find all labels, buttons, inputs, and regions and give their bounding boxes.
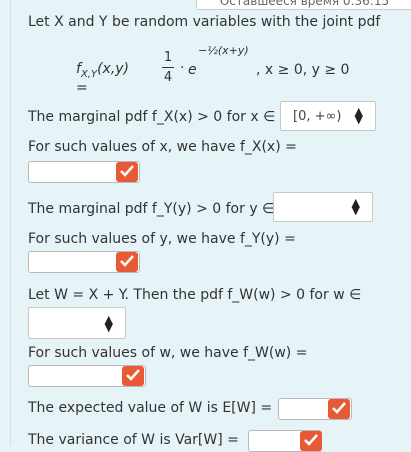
formula-condition: , x ≥ 0, y ≥ 0 (256, 62, 350, 78)
timer-tab: Оставшееся время 0:36:15 (196, 0, 411, 10)
q1-select-value: [0, +∞) (293, 109, 342, 124)
q2-select[interactable]: ▲ ▼ (273, 192, 373, 222)
check-icon[interactable] (122, 366, 144, 386)
formula-exponent: −½(x+y) (198, 44, 249, 57)
formula-lhs: fX,Y(x,y) = (76, 61, 130, 96)
q3-text: Let W = X + Y. Then the pdf f_W(w) > 0 f… (28, 287, 362, 303)
q1-text: The marginal pdf f_X(x) > 0 for x ∈ (28, 109, 276, 125)
q3-subtext: For such values of w, we have f_W(w) = (28, 345, 308, 361)
intro-text: Let X and Y be random variables with the… (28, 14, 381, 30)
formula-fraction: 14 (162, 50, 174, 85)
select-arrows-icon: ▲ ▼ (354, 105, 363, 126)
q4-text: The expected value of W is E[W] = (28, 400, 273, 416)
formula-dot: · (180, 60, 185, 76)
check-icon[interactable] (116, 252, 138, 272)
q1-subtext: For such values of x, we have f_X(x) = (28, 139, 297, 155)
q3-select[interactable]: ▲ ▼ (28, 307, 126, 339)
check-icon[interactable] (328, 399, 350, 419)
check-icon[interactable] (300, 431, 322, 451)
check-icon[interactable] (116, 162, 138, 182)
q2-text: The marginal pdf f_Y(y) > 0 for y ∈ (28, 201, 275, 217)
q2-subtext: For such values of y, we have f_Y(y) = (28, 231, 296, 247)
select-arrows-icon: ▲ ▼ (351, 196, 360, 217)
select-arrows-icon: ▲ ▼ (104, 313, 113, 334)
q1-select[interactable]: [0, +∞) ▲ ▼ (280, 101, 376, 131)
formula-e: e (188, 62, 197, 78)
